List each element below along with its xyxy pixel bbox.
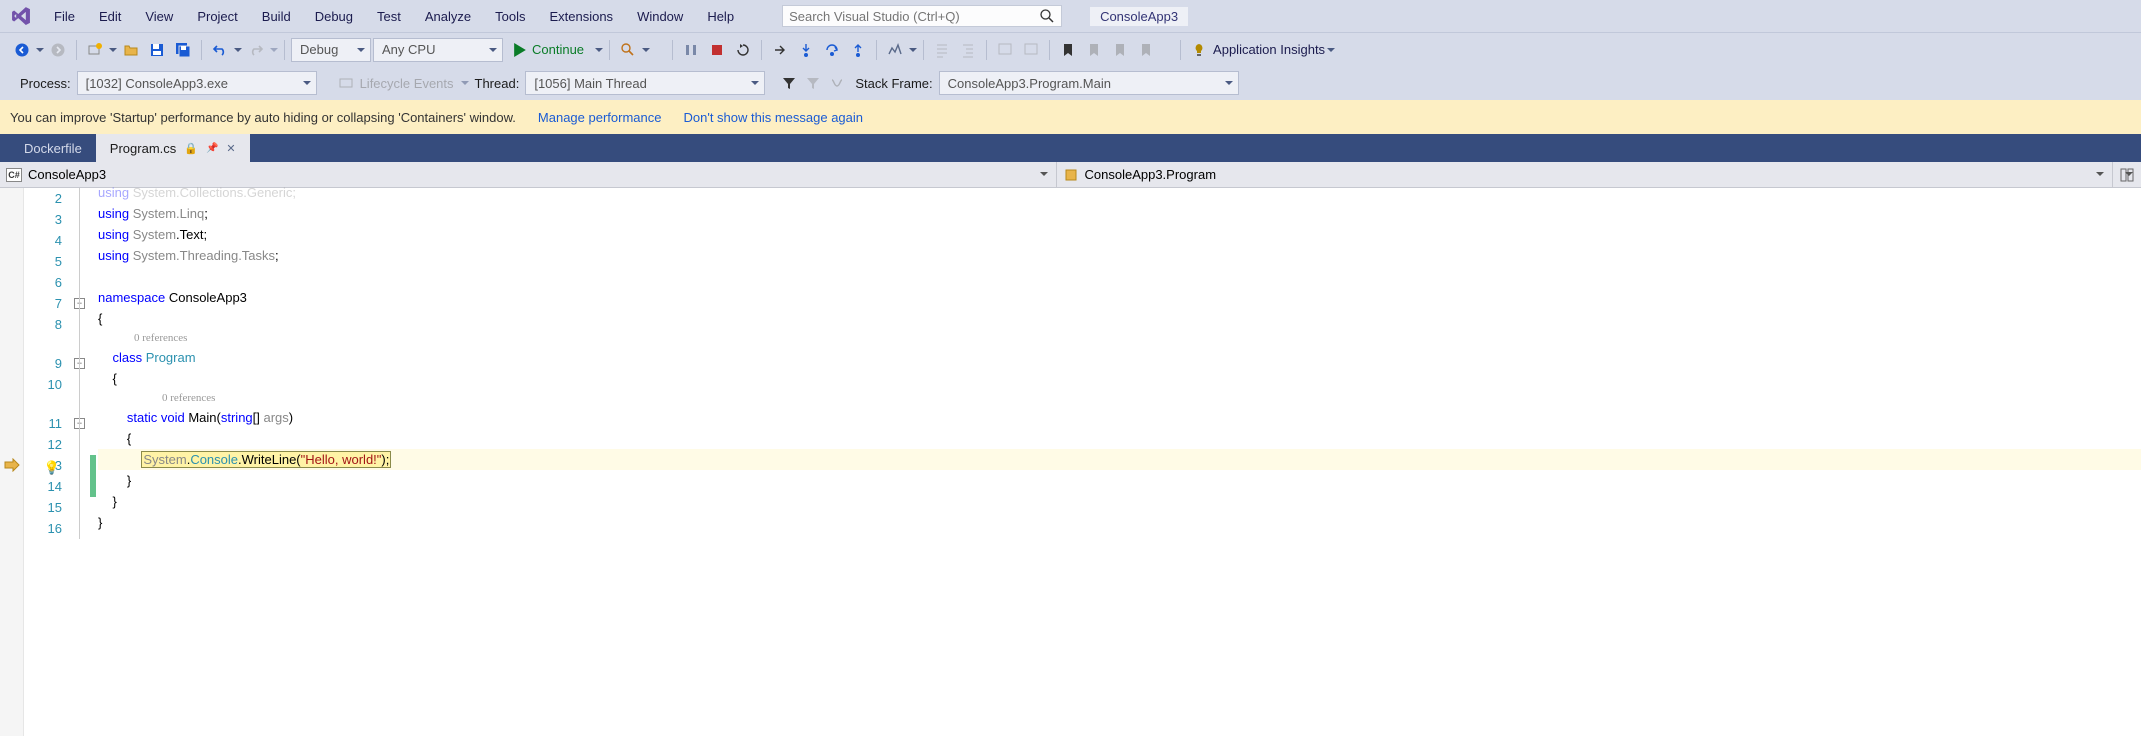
split-icon: [2119, 167, 2135, 183]
restart-button[interactable]: [731, 38, 755, 62]
find-dropdown[interactable]: [642, 48, 650, 56]
search-input[interactable]: [789, 9, 1039, 24]
thread-label: Thread:: [475, 76, 520, 91]
performance-info-bar: You can improve 'Startup' performance by…: [0, 100, 2141, 134]
menu-debug[interactable]: Debug: [303, 5, 365, 28]
lock-icon: 🔒: [184, 142, 198, 155]
show-next-statement-button[interactable]: [768, 38, 792, 62]
lifecycle-events-button[interactable]: Lifecycle Events: [331, 71, 461, 95]
comment-button[interactable]: [993, 38, 1017, 62]
bookmark-next-button[interactable]: [1108, 38, 1132, 62]
type-nav-label: ConsoleApp3.Program: [1085, 167, 1217, 182]
process-label: Process:: [20, 76, 71, 91]
filter-threads-button[interactable]: [777, 71, 801, 95]
solution-title[interactable]: ConsoleApp3: [1090, 7, 1188, 26]
stack-frame-combo[interactable]: ConsoleApp3.Program.Main: [939, 71, 1239, 95]
step-into-button[interactable]: [794, 38, 818, 62]
new-project-dropdown[interactable]: [109, 48, 117, 56]
undo-button[interactable]: [208, 38, 232, 62]
outlining-margin[interactable]: −−−: [72, 188, 90, 736]
open-file-button[interactable]: [119, 38, 143, 62]
main-toolbar: Debug Any CPU Continue Application Insig…: [0, 32, 2141, 66]
continue-dropdown[interactable]: [595, 48, 603, 56]
tab-dockerfile[interactable]: Dockerfile: [10, 134, 96, 162]
lifecycle-dropdown[interactable]: [461, 81, 469, 89]
stop-debug-button[interactable]: [705, 38, 729, 62]
flag-thread-button[interactable]: [801, 71, 825, 95]
step-out-button[interactable]: [846, 38, 870, 62]
save-all-button[interactable]: [171, 38, 195, 62]
indent-more-button[interactable]: [956, 38, 980, 62]
menu-bar: FileEditViewProjectBuildDebugTestAnalyze…: [0, 0, 2141, 32]
menu-project[interactable]: Project: [185, 5, 249, 28]
step-over-button[interactable]: [820, 38, 844, 62]
insights-label[interactable]: Application Insights: [1213, 42, 1325, 57]
lifecycle-label: Lifecycle Events: [360, 76, 454, 91]
lightbulb-icon[interactable]: 💡: [44, 457, 60, 478]
save-button[interactable]: [145, 38, 169, 62]
debug-location-toolbar: Process: [1032] ConsoleApp3.exe Lifecycl…: [0, 66, 2141, 100]
project-nav-label: ConsoleApp3: [28, 167, 106, 182]
intellitrace-dropdown[interactable]: [909, 48, 917, 56]
line-number-margin: 2345678910111213💡141516: [24, 188, 72, 736]
undo-dropdown[interactable]: [234, 48, 242, 56]
code-editor[interactable]: 2345678910111213💡141516 −−− using System…: [0, 188, 2141, 736]
menu-build[interactable]: Build: [250, 5, 303, 28]
csharp-icon: C#: [6, 168, 22, 182]
new-project-button[interactable]: [83, 38, 107, 62]
code-area[interactable]: using System.Collections.Generic;using S…: [98, 188, 2141, 736]
tab-program-cs[interactable]: Program.cs🔒📌✕: [96, 134, 250, 162]
menu-view[interactable]: View: [133, 5, 185, 28]
search-box[interactable]: [782, 5, 1062, 27]
insights-icon: [1187, 38, 1211, 62]
search-icon: [1039, 8, 1055, 24]
indent-less-button[interactable]: [930, 38, 954, 62]
thread-combo[interactable]: [1056] Main Thread: [525, 71, 765, 95]
close-icon[interactable]: ✕: [226, 142, 235, 155]
redo-dropdown[interactable]: [270, 48, 278, 56]
modification-margin: [90, 188, 98, 736]
redo-button[interactable]: [244, 38, 268, 62]
menu-window[interactable]: Window: [625, 5, 695, 28]
visual-studio-logo-icon: [10, 5, 32, 27]
breakpoint-margin[interactable]: [0, 188, 24, 736]
document-tab-strip: DockerfileProgram.cs🔒📌✕: [0, 134, 2141, 162]
bookmark-clear-button[interactable]: [1134, 38, 1158, 62]
nav-back-button[interactable]: [10, 38, 34, 62]
uncomment-button[interactable]: [1019, 38, 1043, 62]
menu-tools[interactable]: Tools: [483, 5, 537, 28]
bookmark-button[interactable]: [1056, 38, 1080, 62]
nav-back-dropdown[interactable]: [36, 48, 44, 56]
menu-edit[interactable]: Edit: [87, 5, 133, 28]
menu-help[interactable]: Help: [695, 5, 746, 28]
solution-platform-combo[interactable]: Any CPU: [373, 38, 503, 62]
menu-test[interactable]: Test: [365, 5, 413, 28]
nav-forward-button[interactable]: [46, 38, 70, 62]
dont-show-again-link[interactable]: Don't show this message again: [683, 110, 863, 125]
break-all-button[interactable]: [679, 38, 703, 62]
manage-performance-link[interactable]: Manage performance: [538, 110, 662, 125]
show-threads-button[interactable]: [825, 71, 849, 95]
intellitrace-button[interactable]: [883, 38, 907, 62]
solution-config-combo[interactable]: Debug: [291, 38, 371, 62]
continue-button[interactable]: Continue: [505, 38, 593, 62]
find-in-files-button[interactable]: [616, 38, 640, 62]
insights-dropdown[interactable]: [1327, 48, 1335, 56]
process-combo[interactable]: [1032] ConsoleApp3.exe: [77, 71, 317, 95]
menu-analyze[interactable]: Analyze: [413, 5, 483, 28]
menu-extensions[interactable]: Extensions: [537, 5, 625, 28]
stack-frame-label: Stack Frame:: [855, 76, 932, 91]
menu-file[interactable]: File: [42, 5, 87, 28]
info-message: You can improve 'Startup' performance by…: [10, 110, 516, 125]
bookmark-prev-button[interactable]: [1082, 38, 1106, 62]
class-icon: [1063, 167, 1079, 183]
pin-icon[interactable]: 📌: [206, 143, 218, 154]
continue-label: Continue: [532, 42, 584, 57]
